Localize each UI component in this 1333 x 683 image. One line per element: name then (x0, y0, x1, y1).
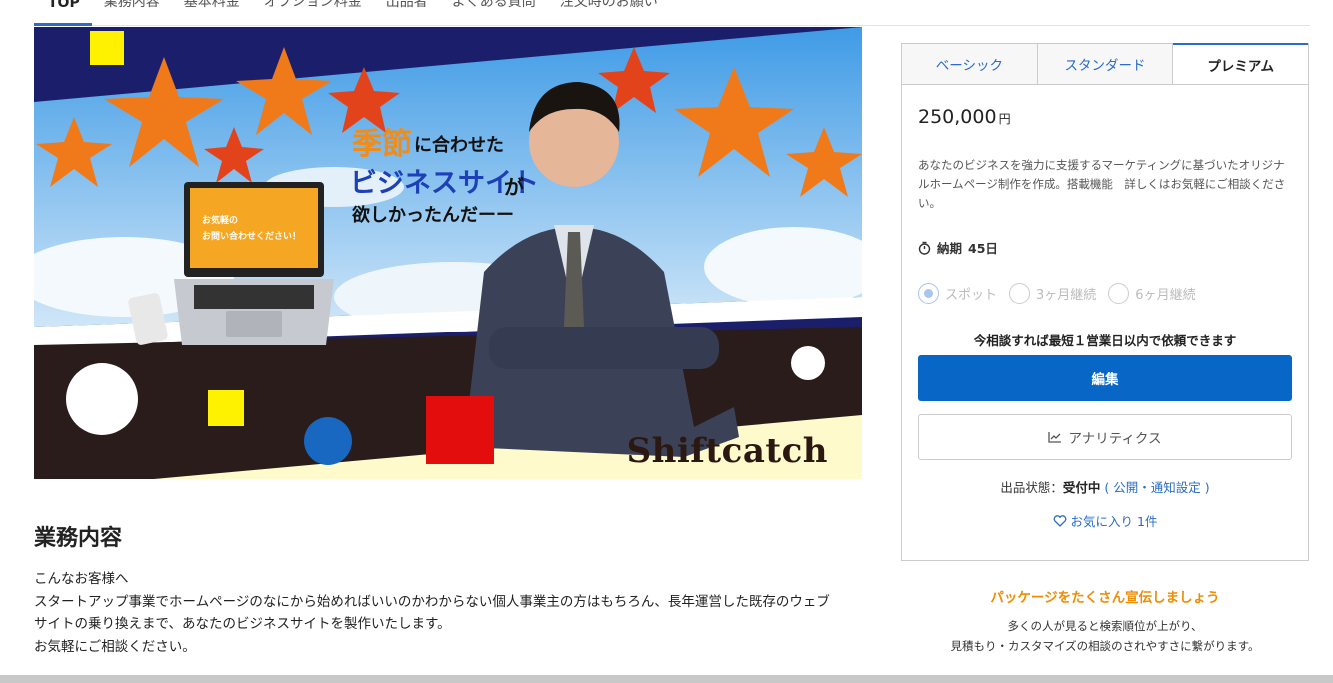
hero-banner: 季節 に合わせた ビジネスサイト が 欲しかったんだーー お気軽の お問い合わせ… (34, 27, 862, 479)
nav-tab-services[interactable]: 業務内容 (92, 0, 172, 25)
body-line: スタートアップ事業でホームページのなにから始めればいいのかわからない個人事業主の… (34, 593, 830, 610)
analytics-button[interactable]: アナリティクス (918, 414, 1292, 460)
option-6-months[interactable]: 6ヶ月継続 (1108, 283, 1196, 304)
nav-tab-order-notes[interactable]: 注文時のお願い (548, 0, 670, 25)
section-title: 業務内容 (34, 526, 123, 551)
promo-text: 多くの人が見ると検索順位が上がり、 見積もり・カスタマイズの相談のされやすさに繋… (901, 616, 1309, 656)
option-label: スポット (945, 288, 998, 303)
tab-basic[interactable]: ベーシック (902, 44, 1038, 84)
hero-headline-1: に合わせた (414, 135, 504, 156)
body-line: お気軽にご相談ください。 (34, 638, 196, 655)
option-3-months[interactable]: 3ヶ月継続 (1009, 283, 1096, 304)
plan-tabs: ベーシック スタンダード プレミアム (902, 43, 1309, 85)
promo-title: パッケージをたくさん宣伝しましょう (990, 590, 1220, 606)
status-label: 出品状態： (1000, 480, 1063, 495)
paren-close: ) (1200, 480, 1210, 495)
nav-tab-seller[interactable]: 出品者 (374, 0, 440, 25)
hero-headline-2b: が (504, 175, 524, 199)
stopwatch-icon (918, 241, 931, 255)
tab-premium[interactable]: プレミアム (1173, 43, 1309, 84)
hero-headline-accent: 季節 (352, 127, 412, 162)
analytics-label: アナリティクス (1068, 431, 1162, 447)
delivery-info: 納期 45日 (918, 238, 998, 257)
plan-description: あなたのビジネスを強力に支援するマーケティングに基づいたオリジナルホームページ制… (918, 158, 1286, 210)
brand-logo: Shiftcatch (626, 431, 828, 471)
price-unit: 円 (998, 112, 1011, 126)
delivery-label: 納期 (937, 241, 963, 256)
promo-line: 多くの人が見ると検索順位が上がり、 (1007, 619, 1203, 633)
publish-settings-link[interactable]: 公開・通知設定 (1113, 480, 1201, 495)
nav-tab-top[interactable]: TOP (34, 0, 92, 26)
chart-icon (1048, 432, 1062, 443)
status-value: 受付中 (1062, 480, 1101, 495)
edit-button[interactable]: 編集 (918, 355, 1292, 401)
price: 250,000 円 (918, 106, 1011, 128)
plan-card: ベーシック スタンダード プレミアム 250,000 円 あなたのビジネスを強力に… (901, 43, 1309, 561)
laptop-text-1: お気軽の (202, 216, 239, 226)
option-label: 6ヶ月継続 (1135, 288, 1196, 303)
favorite-link[interactable]: お気に入り 1件 (902, 511, 1308, 530)
promo-line: 見積もり・カスタマイズの相談のされやすさに繋がります。 (950, 639, 1260, 653)
nav-tab-faq[interactable]: よくある質問 (440, 0, 548, 25)
body-line: サイトの乗り換えまで、あなたのビジネスサイトを製作いたします。 (34, 616, 451, 632)
tab-standard[interactable]: スタンダード (1037, 44, 1174, 84)
body-line: こんなお客様へ (34, 571, 129, 587)
horizontal-scrollbar[interactable] (0, 675, 1333, 683)
price-value: 250,000 (918, 106, 997, 128)
favorite-label: お気に入り (1070, 514, 1134, 529)
option-label: 3ヶ月継続 (1036, 288, 1097, 303)
radio-button[interactable] (918, 283, 939, 304)
nav-tab-basic-price[interactable]: 基本料金 (172, 0, 252, 25)
nav-tab-option-price[interactable]: オプション料金 (252, 0, 374, 25)
hero-headline-3: 欲しかったんだーー (352, 205, 514, 226)
favorite-count: 1件 (1137, 514, 1158, 529)
delivery-value: 45日 (968, 241, 998, 256)
heart-icon (1053, 514, 1066, 527)
radio-button[interactable] (1108, 283, 1130, 304)
laptop-text-2: お問い合わせください！ (202, 232, 302, 242)
top-navigation: TOP 業務内容 基本料金 オプション料金 出品者 よくある質問 注文時のお願い (34, 0, 1310, 26)
listing-status: 出品状態：受付中 ( 公開・通知設定 ) (902, 477, 1308, 496)
hero-illustration (34, 27, 862, 479)
option-spot[interactable]: スポット (918, 283, 997, 304)
paren-open: ( (1100, 480, 1114, 495)
consult-notice: 今相談すれば最短１営業日以内で依頼できます (973, 333, 1237, 348)
service-description: こんなお客様へ スタートアップ事業でホームページのなにから始めればいいのかわから… (34, 568, 864, 658)
radio-button[interactable] (1009, 283, 1031, 304)
contract-options: スポット 3ヶ月継続 6ヶ月継続 (918, 283, 1196, 304)
